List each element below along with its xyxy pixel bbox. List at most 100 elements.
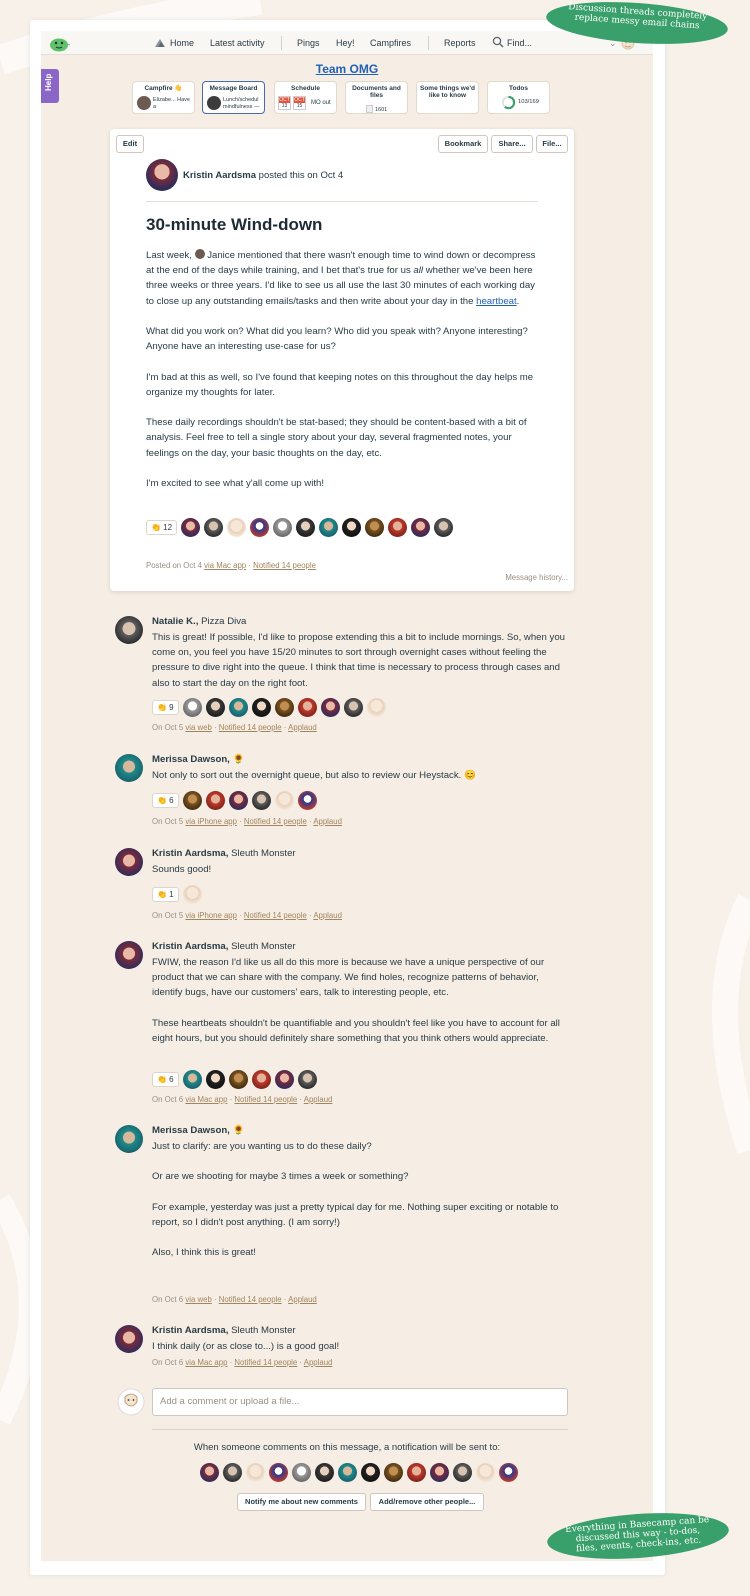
person-avatar[interactable]: [297, 1070, 317, 1089]
nav-hey[interactable]: Hey!: [336, 38, 355, 48]
tool-schedule[interactable]: Schedule OCT 13 OCT 15 MO out: [274, 81, 337, 114]
person-avatar[interactable]: [342, 518, 362, 537]
person-avatar[interactable]: [338, 1463, 357, 1482]
person-avatar[interactable]: [205, 698, 225, 717]
author-name[interactable]: Kristin Aardsma: [183, 170, 256, 181]
project-title[interactable]: Team OMG: [41, 62, 653, 76]
person-avatar[interactable]: [315, 1463, 334, 1482]
person-avatar[interactable]: [292, 1463, 311, 1482]
applause-count[interactable]: 👏 12: [146, 520, 178, 535]
via-link[interactable]: via Mac app: [185, 1095, 227, 1104]
person-avatar[interactable]: [228, 698, 248, 717]
add-remove-people-button[interactable]: Add/remove other people...: [370, 1493, 484, 1511]
nav-find[interactable]: Find...: [507, 38, 532, 48]
commenter-avatar[interactable]: [115, 941, 143, 969]
applaud-link[interactable]: Applaud: [313, 817, 342, 826]
notified-link[interactable]: Notified 14 people: [234, 1358, 297, 1367]
person-avatar[interactable]: [205, 1070, 225, 1089]
edit-button[interactable]: Edit: [116, 135, 144, 153]
applaud-link[interactable]: Applaud: [304, 1358, 333, 1367]
person-avatar[interactable]: [251, 791, 271, 810]
person-avatar[interactable]: [499, 1463, 518, 1482]
file-button[interactable]: File...: [536, 135, 568, 153]
person-avatar[interactable]: [205, 791, 225, 810]
via-link[interactable]: via web: [185, 1295, 211, 1304]
person-avatar[interactable]: [296, 518, 316, 537]
applaud-link[interactable]: Applaud: [288, 723, 317, 732]
person-avatar[interactable]: [388, 518, 408, 537]
commenter-avatar[interactable]: [115, 754, 143, 782]
bookmark-button[interactable]: Bookmark: [438, 135, 488, 153]
person-avatar[interactable]: [274, 791, 294, 810]
notified-link[interactable]: Notified 14 people: [253, 561, 316, 570]
person-avatar[interactable]: [228, 1070, 248, 1089]
commenter-avatar[interactable]: [115, 1325, 143, 1353]
author-avatar[interactable]: [146, 159, 178, 191]
author-name[interactable]: Natalie K.,: [152, 616, 198, 627]
heartbeat-link[interactable]: heartbeat: [476, 296, 517, 307]
via-link[interactable]: via Mac app: [204, 561, 246, 570]
person-avatar[interactable]: [251, 1070, 271, 1089]
person-avatar[interactable]: [384, 1463, 403, 1482]
applaud-link[interactable]: Applaud: [304, 1095, 333, 1104]
search-icon[interactable]: [492, 36, 504, 48]
via-link[interactable]: via Mac app: [185, 1358, 227, 1367]
notified-link[interactable]: Notified 14 people: [234, 1095, 297, 1104]
person-avatar[interactable]: [476, 1463, 495, 1482]
nav-pings[interactable]: Pings: [297, 38, 320, 48]
applaud-link[interactable]: Applaud: [313, 911, 342, 920]
tool-todos[interactable]: Todos 103/169: [487, 81, 550, 114]
applause-count[interactable]: 👏 9: [152, 700, 179, 715]
person-avatar[interactable]: [223, 1463, 242, 1482]
notified-link[interactable]: Notified 14 people: [244, 911, 307, 920]
person-avatar[interactable]: [200, 1463, 219, 1482]
message-history-link[interactable]: Message history...: [505, 573, 568, 582]
person-avatar[interactable]: [182, 698, 202, 717]
author-name[interactable]: Kristin Aardsma,: [152, 1325, 228, 1336]
applause-count[interactable]: 👏 1: [152, 887, 179, 902]
person-avatar[interactable]: [269, 1463, 288, 1482]
share-button[interactable]: Share...: [491, 135, 533, 153]
person-avatar[interactable]: [227, 518, 247, 537]
author-name[interactable]: Merissa Dawson,: [152, 1125, 230, 1136]
via-link[interactable]: via iPhone app: [185, 911, 237, 920]
person-avatar[interactable]: [246, 1463, 265, 1482]
person-avatar[interactable]: [365, 518, 385, 537]
person-avatar[interactable]: [297, 791, 317, 810]
person-avatar[interactable]: [182, 791, 202, 810]
person-avatar[interactable]: [274, 1070, 294, 1089]
applause-count[interactable]: 👏 6: [152, 793, 179, 808]
person-avatar[interactable]: [228, 791, 248, 810]
person-avatar[interactable]: [366, 698, 386, 717]
commenter-avatar[interactable]: [115, 1125, 143, 1153]
applaud-link[interactable]: Applaud: [288, 1295, 317, 1304]
person-avatar[interactable]: [407, 1463, 426, 1482]
commenter-avatar[interactable]: [115, 616, 143, 644]
comment-input[interactable]: Add a comment or upload a file...: [152, 1388, 568, 1416]
nav-latest-activity[interactable]: Latest activity: [210, 38, 265, 48]
notified-link[interactable]: Notified 14 people: [219, 723, 282, 732]
author-name[interactable]: Merissa Dawson,: [152, 754, 230, 765]
applause-count[interactable]: 👏 6: [152, 1072, 179, 1087]
author-name[interactable]: Kristin Aardsma,: [152, 941, 228, 952]
person-avatar[interactable]: [361, 1463, 380, 1482]
notified-link[interactable]: Notified 14 people: [244, 817, 307, 826]
tool-documents[interactable]: Documents and files 1601: [345, 81, 408, 114]
person-avatar[interactable]: [250, 518, 270, 537]
via-link[interactable]: via iPhone app: [185, 817, 237, 826]
person-avatar[interactable]: [182, 885, 202, 904]
tool-message-board[interactable]: Message Board Lunch/schedul mindfulness …: [202, 81, 265, 114]
person-avatar[interactable]: [297, 698, 317, 717]
person-avatar[interactable]: [343, 698, 363, 717]
author-name[interactable]: Kristin Aardsma,: [152, 848, 228, 859]
person-avatar[interactable]: [453, 1463, 472, 1482]
nav-home[interactable]: Home: [170, 38, 194, 48]
person-avatar[interactable]: [434, 518, 454, 537]
notify-me-button[interactable]: Notify me about new comments: [237, 1493, 366, 1511]
person-avatar[interactable]: [273, 518, 293, 537]
person-avatar[interactable]: [430, 1463, 449, 1482]
person-avatar[interactable]: [274, 698, 294, 717]
person-avatar[interactable]: [320, 698, 340, 717]
person-avatar[interactable]: [204, 518, 224, 537]
person-avatar[interactable]: [251, 698, 271, 717]
